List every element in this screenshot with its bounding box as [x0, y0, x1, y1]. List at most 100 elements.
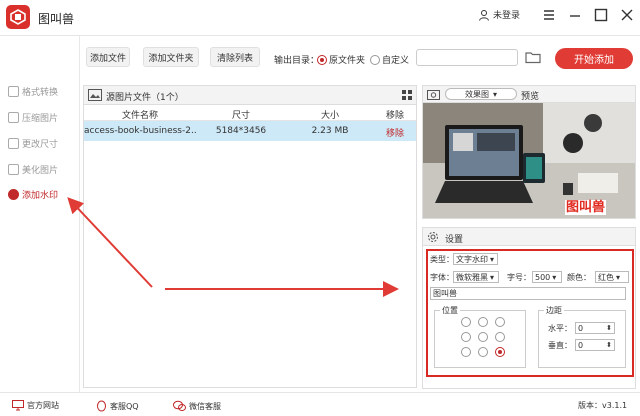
size-input[interactable]: 500 ▾ — [532, 271, 562, 283]
sidebar-item-format[interactable]: 格式转换 — [8, 82, 58, 100]
color-label: 颜色： — [567, 273, 591, 282]
beautify-icon — [8, 163, 19, 175]
remove-link[interactable]: 移除 — [374, 126, 416, 139]
close-button[interactable] — [618, 6, 636, 24]
spin-icon: ⬍ — [606, 324, 612, 332]
monitor-icon — [12, 400, 24, 411]
col-size: 大小 — [320, 111, 339, 121]
output-path-input[interactable] — [416, 49, 518, 66]
app-logo — [6, 5, 30, 29]
col-dimensions: 尺寸 — [231, 111, 250, 121]
chevron-down-icon: ▾ — [490, 254, 495, 264]
compress-icon — [8, 111, 19, 123]
color-select[interactable]: 红色 ▾ — [595, 271, 629, 283]
font-label: 字体： — [430, 273, 454, 282]
close-icon — [621, 9, 633, 21]
menu-icon — [544, 10, 554, 20]
file-dimensions: 5184*3456 — [215, 126, 267, 136]
position-top-center[interactable] — [478, 317, 488, 327]
col-name: 文件名称 — [121, 111, 158, 121]
margin-label: 边距 — [544, 305, 564, 316]
gear-icon — [428, 232, 438, 242]
radio-dot — [317, 54, 327, 65]
position-top-right[interactable] — [495, 317, 505, 327]
size-label: 字号： — [507, 273, 531, 282]
image-icon — [88, 89, 102, 101]
folder-icon — [525, 52, 541, 64]
spin-icon: ⬍ — [606, 341, 612, 349]
type-select[interactable]: 文字水印 ▾ — [453, 253, 498, 265]
menu-button[interactable] — [540, 6, 558, 24]
version-text: 版本：v3.1.1 — [578, 401, 628, 410]
resize-icon — [8, 137, 19, 149]
add-folder-button[interactable]: 添加文件夹 — [143, 47, 199, 67]
settings-title: 设置 — [445, 235, 464, 245]
position-top-left[interactable] — [461, 317, 471, 327]
watermark-text: 图叫兽 — [565, 200, 607, 215]
vertical-label: 垂直： — [548, 341, 572, 350]
settings-header: 设置 — [423, 228, 635, 246]
user-icon — [479, 9, 489, 21]
output-label: 输出目录： — [274, 56, 320, 66]
column-headers: 文件名称 尺寸 大小 移除 — [84, 105, 416, 121]
wechat-link[interactable]: 微信客服 — [173, 400, 221, 412]
chevron-down-icon: ▾ — [616, 272, 621, 282]
file-size: 2.23 MB — [311, 126, 349, 136]
type-label: 类型： — [430, 255, 454, 264]
file-name: access-book-business-2... — [84, 126, 196, 136]
position-middle-left[interactable] — [461, 332, 471, 342]
radio-source-folder[interactable]: 原文件夹 — [317, 53, 365, 66]
wechat-icon — [173, 400, 186, 411]
position-middle-center[interactable] — [478, 332, 488, 342]
sidebar-item-compress[interactable]: 压缩图片 — [8, 108, 58, 126]
preview-label: 预览 — [521, 92, 540, 102]
sidebar: 格式转换 压缩图片 更改尺寸 美化图片 添加水印 — [0, 36, 80, 392]
login-label: 未登录 — [493, 11, 521, 21]
file-panel-header: 源图片文件（1个） — [84, 86, 416, 105]
col-remove: 移除 — [385, 111, 404, 121]
maximize-icon — [594, 8, 608, 22]
preview-header: 效果图 ▾ 预览 — [423, 86, 635, 103]
chevron-down-icon: ▾ — [490, 272, 495, 282]
file-panel: 源图片文件（1个） 文件名称 尺寸 大小 移除 access-book-busi… — [83, 85, 417, 388]
table-row[interactable]: access-book-business-2... 5184*3456 2.23… — [84, 121, 416, 141]
horizontal-stepper[interactable]: 0 ⬍ — [575, 322, 615, 334]
grid-view-icon[interactable] — [402, 90, 412, 100]
font-select[interactable]: 微软雅黑 ▾ — [453, 271, 499, 283]
browse-folder-button[interactable] — [524, 48, 542, 66]
maximize-button[interactable] — [592, 6, 610, 24]
radio-dot — [370, 54, 380, 65]
file-panel-title: 源图片文件（1个） — [106, 93, 184, 103]
sidebar-item-beautify[interactable]: 美化图片 — [8, 160, 58, 178]
start-button[interactable]: 开始添加 — [555, 48, 633, 69]
minimize-button[interactable] — [566, 6, 584, 24]
preview-mode-select[interactable]: 效果图 ▾ — [445, 88, 517, 100]
position-middle-right[interactable] — [495, 332, 505, 342]
chevron-down-icon: ▾ — [492, 89, 497, 99]
position-bottom-left[interactable] — [461, 347, 471, 357]
status-bar: 官方网站 客服QQ 微信客服 版本：v3.1.1 — [0, 392, 640, 416]
logo-icon — [10, 9, 26, 25]
watermark-text-input[interactable]: 图叫兽 — [430, 287, 626, 300]
clear-list-button[interactable]: 清除列表 — [210, 47, 260, 67]
radio-custom-folder[interactable]: 自定义 — [370, 53, 409, 66]
preview-panel: 效果图 ▾ 预览 图叫兽 — [422, 85, 636, 219]
minimize-icon — [570, 15, 580, 17]
position-bottom-right[interactable] — [495, 347, 505, 357]
qq-icon — [97, 400, 106, 412]
preview-image: 图叫兽 — [423, 103, 635, 218]
add-file-button[interactable]: 添加文件 — [86, 47, 130, 67]
login-link[interactable]: 未登录 — [478, 8, 520, 21]
format-icon — [8, 85, 19, 97]
position-label: 位置 — [440, 305, 460, 316]
position-bottom-center[interactable] — [478, 347, 488, 357]
watermark-icon — [8, 188, 19, 200]
sidebar-item-resize[interactable]: 更改尺寸 — [8, 134, 58, 152]
camera-icon — [427, 90, 440, 100]
horizontal-label: 水平： — [548, 324, 572, 333]
qq-link[interactable]: 客服QQ — [96, 400, 139, 412]
website-link[interactable]: 官方网站 — [12, 400, 59, 411]
sidebar-item-watermark[interactable]: 添加水印 — [8, 185, 58, 203]
chevron-down-icon: ▾ — [552, 272, 557, 282]
vertical-stepper[interactable]: 0 ⬍ — [575, 339, 615, 351]
